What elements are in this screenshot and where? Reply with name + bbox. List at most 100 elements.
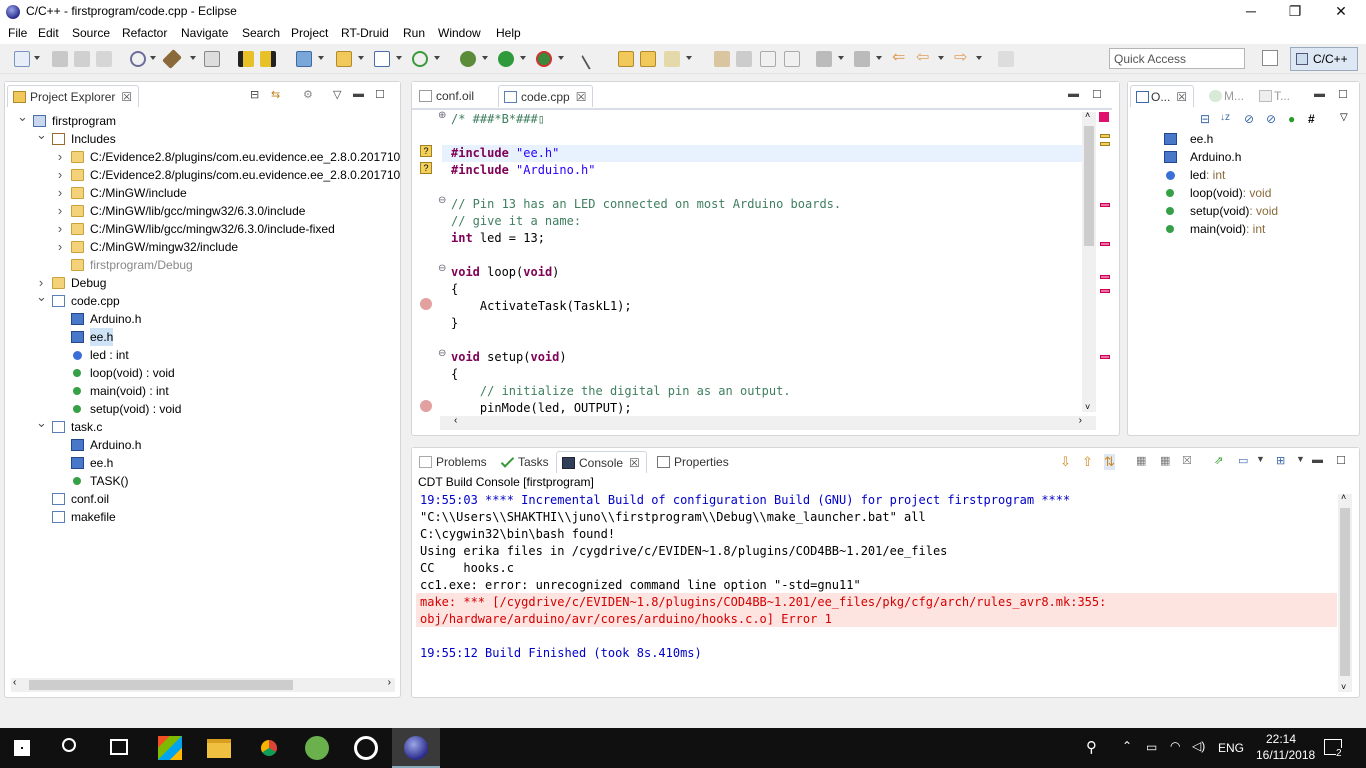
overview-marker[interactable]: [1100, 355, 1110, 359]
outline-item[interactable]: ee.h: [1164, 130, 1354, 148]
task-view-icon[interactable]: [110, 739, 128, 755]
menu-refactor[interactable]: Refactor: [120, 26, 169, 40]
overview-warning-marker[interactable]: [1100, 142, 1110, 146]
tree-item[interactable]: ⌄ code.cpp: [13, 289, 393, 310]
tree-item[interactable]: ⌄ Includes: [13, 127, 393, 148]
expand-fold-icon[interactable]: ⊕: [438, 110, 446, 121]
tree-item[interactable]: conf.oil: [13, 490, 393, 508]
utorrent-icon[interactable]: [305, 736, 329, 760]
pen-icon[interactable]: [714, 51, 730, 67]
menu-edit[interactable]: Edit: [36, 26, 61, 40]
overview-marker[interactable]: [1100, 289, 1110, 293]
pin-console-icon[interactable]: ▦: [1160, 454, 1170, 467]
hide-static-icon[interactable]: ⊘: [1266, 112, 1276, 126]
debug-prev-icon[interactable]: [238, 51, 254, 67]
overview-marker[interactable]: [1100, 203, 1110, 207]
hide-fields-icon[interactable]: ⊘: [1244, 112, 1254, 126]
file-explorer-icon[interactable]: [207, 739, 231, 758]
outline-item[interactable]: main(void) : int: [1164, 220, 1354, 238]
chevron-up-icon[interactable]: ⌃: [1122, 739, 1132, 753]
quick-access-input[interactable]: Quick Access: [1109, 48, 1245, 69]
menu-help[interactable]: Help: [494, 26, 523, 40]
tree-item[interactable]: › C:/MinGW/mingw32/include: [13, 238, 393, 256]
prev-annotation-icon[interactable]: [854, 51, 870, 67]
remove-launch-icon[interactable]: ☒: [1182, 454, 1192, 467]
tab-make-targets[interactable]: M...: [1204, 85, 1250, 107]
menu-window[interactable]: Window: [436, 26, 483, 40]
minimize-editor-icon[interactable]: ▬: [1068, 88, 1079, 100]
hide-macros-icon[interactable]: #: [1308, 112, 1315, 126]
menu-file[interactable]: File: [6, 26, 29, 40]
chevron-right-icon[interactable]: ›: [55, 220, 65, 238]
tree-item[interactable]: › C:/Evidence2.8/plugins/com.eu.evidence.…: [13, 166, 400, 184]
refresh-icon[interactable]: [412, 51, 428, 67]
chevron-right-icon[interactable]: ›: [55, 166, 65, 184]
link-with-editor-icon[interactable]: ⇆: [271, 88, 280, 101]
menu-project[interactable]: Project: [289, 26, 330, 40]
scroll-lock-icon[interactable]: ⇅: [1104, 454, 1115, 470]
tree-item[interactable]: ee.h: [13, 454, 393, 472]
outline-item[interactable]: setup(void) : void: [1164, 202, 1354, 220]
sort-az-icon[interactable]: ↓z: [1220, 112, 1230, 123]
clear-console-icon[interactable]: ▦: [1136, 454, 1146, 467]
run-icon[interactable]: [498, 51, 514, 67]
close-button[interactable]: ✕: [1318, 0, 1364, 24]
perspective-cpp-button[interactable]: C/C++: [1290, 47, 1358, 71]
outline-item[interactable]: Arduino.h: [1164, 148, 1354, 166]
warning-marker-icon[interactable]: ?: [420, 162, 432, 174]
bug-marker-icon[interactable]: [420, 298, 432, 310]
view-menu-icon[interactable]: ⚙: [303, 88, 313, 101]
next-annotation-icon[interactable]: [816, 51, 832, 67]
outline-item[interactable]: loop(void) : void: [1164, 184, 1354, 202]
print-icon[interactable]: [96, 51, 112, 67]
overview-warning-marker[interactable]: [1100, 134, 1110, 138]
save-all-icon[interactable]: [74, 51, 90, 67]
build-hammer-icon[interactable]: [162, 49, 182, 69]
debug-bug-icon[interactable]: [460, 51, 476, 67]
outline-item[interactable]: led : int: [1164, 166, 1354, 184]
tab-properties[interactable]: Properties: [652, 451, 735, 473]
collapse-all-icon[interactable]: ⊟: [250, 88, 259, 101]
new-project-icon[interactable]: [296, 51, 312, 67]
editor-horizontal-scrollbar[interactable]: ‹ ›: [440, 415, 1096, 430]
toggle-icon[interactable]: [760, 51, 776, 67]
scroll-thumb[interactable]: [1340, 508, 1350, 676]
editor-vertical-scrollbar[interactable]: ˄ ˅: [1082, 110, 1096, 412]
scroll-down-icon[interactable]: ⇩: [1060, 454, 1071, 470]
open-type-icon[interactable]: [618, 51, 634, 67]
tab-tasks[interactable]: Tasks: [496, 451, 555, 473]
display-selected-console-icon[interactable]: ⇗: [1214, 454, 1223, 467]
eclipse-taskbar-button[interactable]: [392, 728, 440, 768]
maximize-button[interactable]: ❐: [1272, 0, 1318, 24]
search-icon[interactable]: [664, 51, 680, 67]
maximize-editor-icon[interactable]: ☐: [1092, 88, 1102, 101]
battery-icon[interactable]: ▭: [1146, 740, 1157, 754]
open-element-icon[interactable]: [640, 51, 656, 67]
tree-item[interactable]: Arduino.h: [13, 310, 393, 328]
menu-rt-druid[interactable]: RT-Druid: [339, 26, 391, 40]
close-tab-icon[interactable]: ☒: [576, 90, 587, 104]
binary-icon[interactable]: [204, 51, 220, 67]
maximize-view-icon[interactable]: ☐: [375, 88, 385, 101]
console-dropdown-icon[interactable]: ▼: [1256, 454, 1265, 464]
tree-item[interactable]: ee.h: [13, 328, 393, 346]
close-tab-icon[interactable]: ☒: [629, 456, 640, 470]
bug-marker-icon[interactable]: [420, 400, 432, 412]
maximize-view-icon[interactable]: ☐: [1338, 88, 1348, 101]
forward-arrow-icon[interactable]: ⇨: [954, 50, 970, 67]
tree-item[interactable]: ⌄ firstprogram: [13, 109, 393, 130]
people-icon[interactable]: ⚲: [1086, 738, 1097, 756]
close-tab-icon[interactable]: ☒: [1176, 90, 1187, 104]
clock-date[interactable]: 16/11/2018: [1256, 748, 1315, 762]
warning-marker-icon[interactable]: ?: [420, 145, 432, 157]
tree-item[interactable]: ⌄ task.c: [13, 415, 393, 436]
new-console-icon[interactable]: ⊞: [1276, 454, 1285, 467]
tree-item[interactable]: Arduino.h: [13, 436, 393, 454]
tree-item[interactable]: › C:/MinGW/include: [13, 184, 393, 202]
minimize-view-icon[interactable]: ▬: [1312, 454, 1323, 466]
scroll-up-icon[interactable]: ⇧: [1082, 454, 1093, 470]
overview-marker[interactable]: [1100, 275, 1110, 279]
overview-error-marker[interactable]: [1099, 112, 1109, 122]
view-menu-dropdown-icon[interactable]: ▽: [333, 88, 341, 101]
overview-marker[interactable]: [1100, 242, 1110, 246]
